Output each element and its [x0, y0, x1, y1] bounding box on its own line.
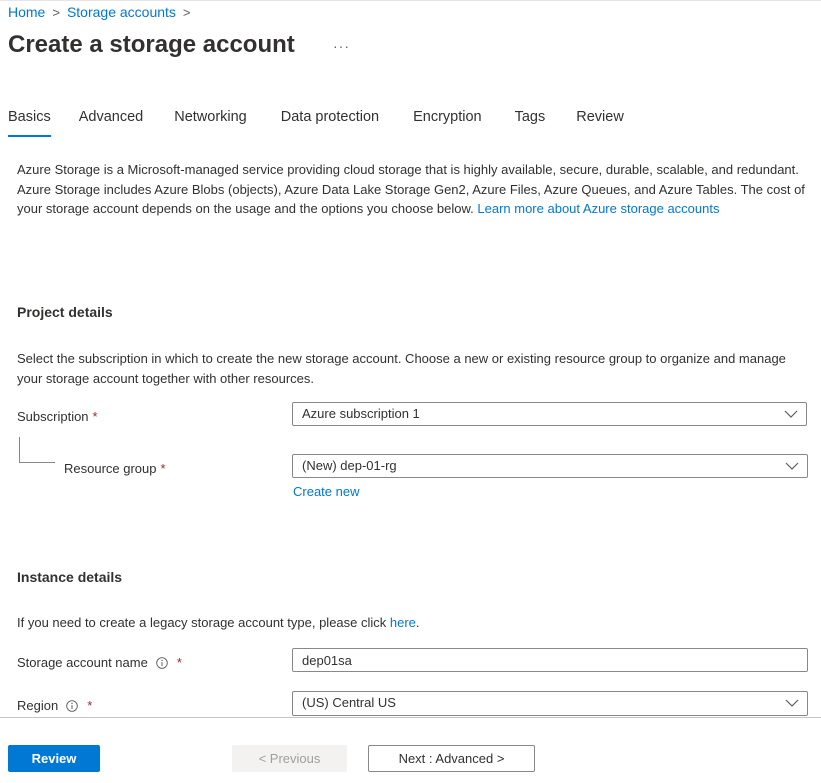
subscription-dropdown[interactable]: Azure subscription 1 [292, 402, 807, 426]
breadcrumb-separator: > [182, 4, 191, 20]
required-marker: * [160, 461, 166, 476]
info-icon[interactable] [66, 699, 78, 712]
legacy-text: If you need to create a legacy storage a… [17, 615, 390, 630]
storage-account-name-label-text: Storage account name [17, 655, 148, 670]
breadcrumb-home-link[interactable]: Home [8, 4, 45, 20]
review-button[interactable]: Review [8, 745, 100, 772]
region-label-text: Region [17, 698, 59, 713]
project-details-description: Select the subscription in which to crea… [17, 351, 786, 386]
storage-account-name-input[interactable] [292, 648, 808, 672]
required-marker: * [87, 698, 93, 713]
tab-bar: Basics Advanced Networking Data protecti… [8, 109, 624, 137]
instance-details-heading: Instance details [17, 569, 123, 585]
subscription-value: Azure subscription 1 [302, 406, 420, 421]
tab-basics[interactable]: Basics [8, 109, 51, 137]
resource-group-label-text: Resource group [64, 461, 157, 476]
intro-paragraph: Azure Storage is a Microsoft-managed ser… [17, 160, 813, 219]
region-label: Region * [17, 698, 92, 713]
chevron-down-icon [785, 699, 799, 707]
footer-divider [0, 717, 821, 718]
resource-group-dropdown[interactable]: (New) dep-01-rg [292, 454, 808, 478]
legacy-period: . [415, 615, 420, 630]
tab-encryption[interactable]: Encryption [413, 109, 482, 137]
page-title: Create a storage account [8, 31, 295, 58]
legacy-account-text: If you need to create a legacy storage a… [17, 613, 420, 633]
subscription-label: Subscription * [17, 409, 98, 424]
resource-group-label: Resource group * [64, 461, 166, 476]
next-advanced-button[interactable]: Next : Advanced > [368, 745, 535, 772]
required-marker: * [176, 655, 182, 670]
chevron-down-icon [785, 462, 799, 470]
info-icon[interactable] [156, 656, 168, 669]
breadcrumb: Home > Storage accounts > [8, 4, 198, 20]
create-new-resource-group-link[interactable]: Create new [293, 484, 359, 499]
tab-data-protection[interactable]: Data protection [281, 109, 379, 137]
tab-networking[interactable]: Networking [174, 109, 247, 137]
tab-tags[interactable]: Tags [515, 109, 546, 137]
tab-review[interactable]: Review [576, 109, 624, 137]
top-divider [0, 0, 821, 1]
subscription-label-text: Subscription [17, 409, 89, 424]
required-marker: * [92, 409, 98, 424]
region-value: (US) Central US [302, 695, 396, 710]
breadcrumb-separator: > [52, 4, 60, 20]
tree-connector [19, 437, 20, 462]
more-options-button[interactable]: ··· [333, 38, 350, 54]
project-details-heading: Project details [17, 304, 113, 320]
region-dropdown[interactable]: (US) Central US [292, 691, 808, 716]
breadcrumb-storage-accounts-link[interactable]: Storage accounts [67, 4, 176, 20]
tree-connector [19, 462, 55, 463]
learn-more-link[interactable]: Learn more about Azure storage accounts [477, 201, 719, 216]
chevron-down-icon [784, 410, 798, 418]
previous-button[interactable]: < Previous [232, 745, 347, 772]
resource-group-value: (New) dep-01-rg [302, 458, 397, 473]
legacy-here-link[interactable]: here [390, 615, 416, 630]
storage-account-name-label: Storage account name * [17, 655, 182, 670]
tab-advanced[interactable]: Advanced [79, 109, 144, 137]
